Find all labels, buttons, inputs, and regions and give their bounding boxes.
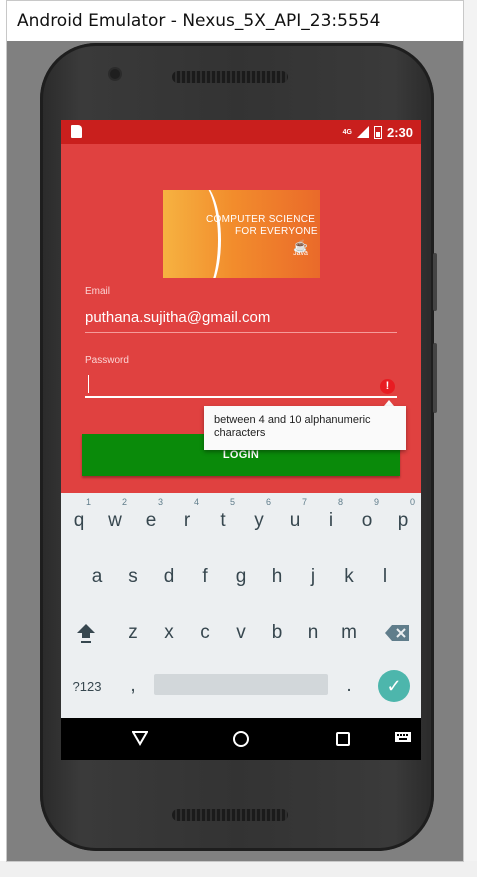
key-hint: 6 (265, 497, 271, 507)
ide-background-bottom (0, 861, 477, 877)
key-s[interactable]: s (115, 549, 151, 605)
back-icon[interactable] (132, 730, 148, 746)
key-h[interactable]: h (259, 549, 295, 605)
key-i[interactable]: 8i (313, 493, 349, 549)
phone-screen: 4G 2:30 COMPUTER SCIENCE FOR EVERYONE ☕ … (61, 120, 421, 760)
home-icon[interactable] (233, 731, 249, 747)
key-q[interactable]: 1q (61, 493, 97, 549)
key-hint: 5 (229, 497, 235, 507)
status-icons: 4G 2:30 (343, 120, 413, 144)
banner-line1: COMPUTER SCIENCE (206, 214, 316, 225)
key-label: e (145, 510, 157, 531)
enter-check-icon[interactable]: ✓ (378, 670, 410, 702)
volume-button[interactable] (433, 343, 437, 413)
battery-icon (373, 125, 382, 139)
key-k[interactable]: k (331, 549, 367, 605)
key-u[interactable]: 7u (277, 493, 313, 549)
password-label: Password (85, 355, 129, 366)
key-j[interactable]: j (295, 549, 331, 605)
key-l[interactable]: l (367, 549, 403, 605)
key-hint: 7 (301, 497, 307, 507)
key-label: u (289, 510, 301, 531)
error-tooltip-text: between 4 and 10 alphanumeric characters (214, 414, 371, 439)
emulator-window: Android Emulator - Nexus_5X_API_23:5554 … (6, 0, 464, 862)
course-banner-image: COMPUTER SCIENCE FOR EVERYONE ☕ Java (163, 190, 320, 278)
key-x[interactable]: x (151, 605, 187, 661)
key-label: o (361, 510, 373, 531)
key-label: r (183, 510, 191, 531)
java-logo-icon: ☕ Java (293, 239, 308, 257)
keyboard-row-2: a s d f g h j k l (61, 549, 421, 605)
soft-keyboard: 1q 2w 3e 4r 5t 6y 7u 8i 9o 0p a s d f g (61, 493, 421, 718)
key-r[interactable]: 4r (169, 493, 205, 549)
key-hint: 0 (409, 497, 415, 507)
network-type: 4G (342, 128, 352, 136)
status-bar: 4G 2:30 (61, 120, 421, 144)
key-label: p (397, 510, 409, 531)
key-f[interactable]: f (187, 549, 223, 605)
keyboard-row-1: 1q 2w 3e 4r 5t 6y 7u 8i 9o 0p (61, 493, 421, 549)
key-label: w (108, 510, 122, 531)
error-tooltip: between 4 and 10 alphanumeric characters (204, 406, 406, 450)
emulator-title-bar[interactable]: Android Emulator - Nexus_5X_API_23:5554 (7, 1, 463, 41)
camera-icon (110, 69, 120, 79)
key-hint: 9 (373, 497, 379, 507)
signal-icon (356, 126, 369, 138)
top-speaker (172, 71, 288, 83)
key-c[interactable]: c (187, 605, 223, 661)
key-v[interactable]: v (223, 605, 259, 661)
text-cursor (88, 375, 89, 393)
email-field[interactable]: puthana.sujitha@gmail.com (85, 307, 397, 333)
power-button[interactable] (433, 253, 437, 311)
key-label: t (220, 510, 226, 531)
bottom-speaker (172, 809, 288, 821)
sd-card-icon (71, 125, 82, 138)
key-hint: 3 (157, 497, 163, 507)
emulator-title: Android Emulator - Nexus_5X_API_23:5554 (17, 11, 381, 31)
key-g[interactable]: g (223, 549, 259, 605)
key-y[interactable]: 6y (241, 493, 277, 549)
key-t[interactable]: 5t (205, 493, 241, 549)
error-icon[interactable]: ! (380, 379, 395, 394)
navigation-bar (61, 718, 421, 760)
key-p[interactable]: 0p (385, 493, 421, 549)
phone-frame: 4G 2:30 COMPUTER SCIENCE FOR EVERYONE ☕ … (40, 43, 437, 851)
key-z[interactable]: z (115, 605, 151, 661)
key-n[interactable]: n (295, 605, 331, 661)
key-w[interactable]: 2w (97, 493, 133, 549)
login-button-label: LOGIN (222, 449, 260, 461)
email-value: puthana.sujitha@gmail.com (85, 309, 271, 326)
symbols-key[interactable]: ?123 (65, 658, 109, 714)
key-hint: 1 (85, 497, 91, 507)
shift-icon[interactable] (65, 605, 107, 661)
key-hint: 4 (193, 497, 199, 507)
status-time: 2:30 (386, 124, 413, 140)
java-logo-text: Java (293, 250, 308, 257)
key-a[interactable]: a (79, 549, 115, 605)
key-o[interactable]: 9o (349, 493, 385, 549)
key-label: q (73, 510, 85, 531)
banner-line2: FOR EVERYONE (235, 226, 318, 237)
keyboard-row-3: z x c v b n m (61, 605, 421, 661)
email-label: Email (85, 286, 111, 297)
key-hint: 2 (121, 497, 127, 507)
password-field[interactable] (85, 372, 397, 398)
banner-curve (181, 190, 221, 278)
ide-background-right (463, 0, 477, 877)
period-key[interactable]: . (331, 658, 367, 714)
backspace-icon[interactable] (375, 605, 419, 661)
key-hint: 8 (337, 497, 343, 507)
recents-icon[interactable] (336, 732, 350, 746)
comma-key[interactable]: , (115, 658, 151, 714)
spacebar[interactable] (154, 674, 328, 695)
key-e[interactable]: 3e (133, 493, 169, 549)
key-label: i (328, 510, 334, 531)
key-label: y (254, 510, 264, 531)
key-d[interactable]: d (151, 549, 187, 605)
keyboard-switch-icon[interactable] (395, 732, 411, 744)
key-b[interactable]: b (259, 605, 295, 661)
key-m[interactable]: m (331, 605, 367, 661)
